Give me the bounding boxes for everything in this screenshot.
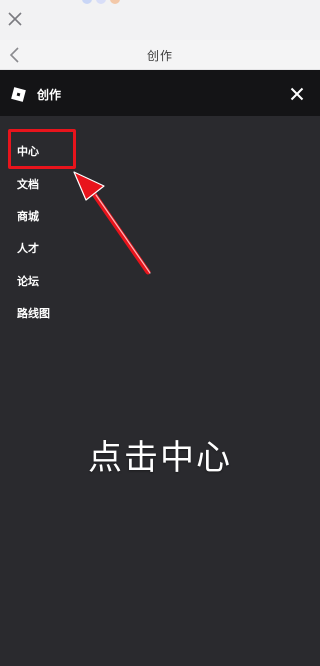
top-bar [0, 0, 320, 40]
status-dots [80, 0, 130, 6]
menu-item-forum[interactable]: 论坛 [17, 273, 39, 289]
close-icon[interactable] [289, 86, 305, 102]
drawer-header: 创作 [0, 70, 320, 116]
close-x-icon[interactable] [6, 10, 24, 28]
nav-bar: 创作 [0, 40, 320, 70]
roblox-logo-icon[interactable] [11, 87, 26, 102]
menu-item-roadmap[interactable]: 路线图 [17, 305, 50, 321]
menu-item-marketplace[interactable]: 商城 [17, 208, 39, 224]
highlight-box [8, 129, 76, 169]
menu-item-talent[interactable]: 人才 [17, 240, 39, 256]
drawer-title: 创作 [37, 88, 62, 102]
page-title: 创作 [146, 49, 173, 63]
annotation-caption: 点击中心 [88, 438, 232, 478]
menu-item-docs[interactable]: 文档 [17, 176, 39, 192]
